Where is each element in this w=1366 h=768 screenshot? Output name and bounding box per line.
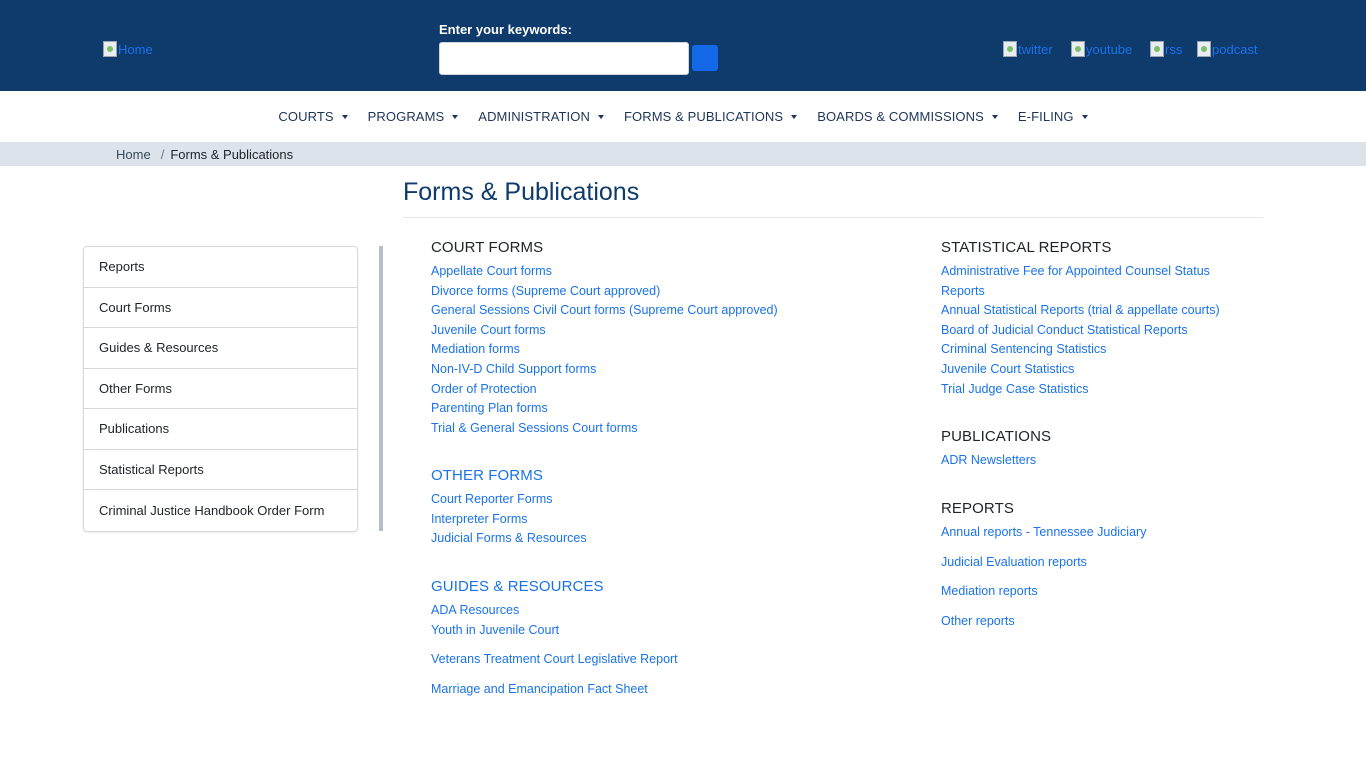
publications-section: PUBLICATIONS ADR Newsletters xyxy=(941,428,1241,471)
guides-resources-heading[interactable]: GUIDES & RESOURCES xyxy=(431,578,871,595)
podcast-icon xyxy=(1197,41,1211,57)
nav-courts[interactable]: COURTS xyxy=(268,109,357,124)
link-other-reports[interactable]: Other reports xyxy=(941,612,1241,632)
sidebar-item-other-forms[interactable]: Other Forms xyxy=(84,369,357,409)
search-input[interactable] xyxy=(439,42,689,75)
sidebar-item-criminal-justice-handbook[interactable]: Criminal Justice Handbook Order Form xyxy=(84,490,357,531)
podcast-link[interactable]: podcast xyxy=(1197,41,1258,57)
sidebar-item-statistical-reports[interactable]: Statistical Reports xyxy=(84,450,357,490)
nav-forms-publications-label: FORMS & PUBLICATIONS xyxy=(623,109,784,124)
title-divider xyxy=(403,217,1263,218)
nav-boards-commissions[interactable]: BOARDS & COMMISSIONS xyxy=(807,109,1008,124)
nav-administration-label: ADMINISTRATION xyxy=(478,109,590,124)
link-court-reporter-forms[interactable]: Court Reporter Forms xyxy=(431,490,871,510)
link-mediation-reports[interactable]: Mediation reports xyxy=(941,582,1241,602)
twitter-alt: twitter xyxy=(1018,41,1053,57)
link-non-iv-d-child-support-forms[interactable]: Non-IV-D Child Support forms xyxy=(431,360,871,380)
site-header: Home Enter your keywords: twitter youtub… xyxy=(0,0,1366,91)
podcast-alt: podcast xyxy=(1212,41,1258,57)
sidebar-item-court-forms[interactable]: Court Forms xyxy=(84,288,357,328)
link-administrative-fee-reports[interactable]: Administrative Fee for Appointed Counsel… xyxy=(941,262,1241,301)
court-forms-section: COURT FORMS Appellate Court forms Divorc… xyxy=(431,239,871,438)
link-juvenile-court-statistics[interactable]: Juvenile Court Statistics xyxy=(941,360,1241,380)
link-interpreter-forms[interactable]: Interpreter Forms xyxy=(431,510,871,530)
sidebar-item-guides-resources[interactable]: Guides & Resources xyxy=(84,328,357,369)
nav-programs-label: PROGRAMS xyxy=(367,109,445,124)
nav-programs[interactable]: PROGRAMS xyxy=(358,109,469,124)
caret-down-icon xyxy=(791,114,798,119)
breadcrumb-current: Forms & Publications xyxy=(170,146,294,162)
link-general-sessions-civil-forms[interactable]: General Sessions Civil Court forms (Supr… xyxy=(431,301,871,321)
caret-down-icon xyxy=(452,114,459,119)
guides-resources-section: GUIDES & RESOURCES ADA Resources Youth i… xyxy=(431,578,871,699)
search-button[interactable] xyxy=(692,45,718,71)
youtube-link[interactable]: youtube xyxy=(1071,41,1132,57)
reports-heading: REPORTS xyxy=(941,500,1014,517)
nav-e-filing-label: E-FILING xyxy=(1017,109,1074,124)
link-youth-in-juvenile-court[interactable]: Youth in Juvenile Court xyxy=(431,621,871,641)
home-logo-link[interactable]: Home xyxy=(103,41,153,57)
statistical-reports-section: STATISTICAL REPORTS Administrative Fee f… xyxy=(941,239,1241,399)
caret-down-icon xyxy=(1081,114,1088,119)
nav-e-filing[interactable]: E-FILING xyxy=(1008,109,1098,124)
search-label: Enter your keywords: xyxy=(439,22,572,37)
sidebar-item-publications[interactable]: Publications xyxy=(84,409,357,450)
other-forms-section: OTHER FORMS Court Reporter Forms Interpr… xyxy=(431,467,871,549)
link-appellate-court-forms[interactable]: Appellate Court forms xyxy=(431,262,871,282)
link-judicial-evaluation-reports[interactable]: Judicial Evaluation reports xyxy=(941,553,1241,573)
main-nav: COURTS PROGRAMS ADMINISTRATION FORMS & P… xyxy=(0,91,1366,142)
home-logo-alt: Home xyxy=(118,41,153,57)
link-divorce-forms[interactable]: Divorce forms (Supreme Court approved) xyxy=(431,282,871,302)
nav-administration[interactable]: ADMINISTRATION xyxy=(468,109,614,124)
breadcrumb: Home / Forms & Publications xyxy=(0,142,1366,166)
link-marriage-emancipation-fact-sheet[interactable]: Marriage and Emancipation Fact Sheet xyxy=(431,680,871,700)
rss-alt: rss xyxy=(1165,41,1183,57)
nav-boards-commissions-label: BOARDS & COMMISSIONS xyxy=(817,109,984,124)
link-veterans-treatment-court-report[interactable]: Veterans Treatment Court Legislative Rep… xyxy=(431,650,871,670)
link-order-of-protection[interactable]: Order of Protection xyxy=(431,380,871,400)
nav-forms-publications[interactable]: FORMS & PUBLICATIONS xyxy=(614,109,807,124)
link-annual-statistical-reports[interactable]: Annual Statistical Reports (trial & appe… xyxy=(941,301,1241,321)
other-forms-heading[interactable]: OTHER FORMS xyxy=(431,467,871,484)
rss-icon xyxy=(1150,41,1164,57)
link-annual-reports-tn-judiciary[interactable]: Annual reports - Tennessee Judiciary xyxy=(941,523,1241,543)
link-juvenile-court-forms[interactable]: Juvenile Court forms xyxy=(431,321,871,341)
publications-heading: PUBLICATIONS xyxy=(941,428,1052,445)
sidebar-divider xyxy=(379,246,383,531)
link-criminal-sentencing-statistics[interactable]: Criminal Sentencing Statistics xyxy=(941,340,1241,360)
sidebar-menu: Reports Court Forms Guides & Resources O… xyxy=(83,246,358,532)
statistical-reports-heading: STATISTICAL REPORTS xyxy=(941,239,1112,256)
caret-down-icon xyxy=(991,114,998,119)
rss-link[interactable]: rss xyxy=(1150,41,1182,57)
reports-section: REPORTS Annual reports - Tennessee Judic… xyxy=(941,500,1241,631)
link-board-judicial-conduct-reports[interactable]: Board of Judicial Conduct Statistical Re… xyxy=(941,321,1241,341)
court-forms-heading: COURT FORMS xyxy=(431,239,544,256)
youtube-icon xyxy=(1071,41,1085,57)
twitter-link[interactable]: twitter xyxy=(1003,41,1053,57)
link-parenting-plan-forms[interactable]: Parenting Plan forms xyxy=(431,399,871,419)
link-mediation-forms[interactable]: Mediation forms xyxy=(431,340,871,360)
youtube-alt: youtube xyxy=(1086,41,1133,57)
link-adr-newsletters[interactable]: ADR Newsletters xyxy=(941,451,1241,471)
link-trial-general-sessions-forms[interactable]: Trial & General Sessions Court forms xyxy=(431,419,871,439)
page-title: Forms & Publications xyxy=(403,178,640,206)
broken-image-icon xyxy=(103,41,117,57)
link-trial-judge-case-statistics[interactable]: Trial Judge Case Statistics xyxy=(941,380,1241,400)
breadcrumb-separator: / xyxy=(160,146,165,162)
sidebar-item-reports[interactable]: Reports xyxy=(84,247,357,288)
caret-down-icon xyxy=(341,114,348,119)
nav-courts-label: COURTS xyxy=(278,109,334,124)
twitter-icon xyxy=(1003,41,1017,57)
link-judicial-forms-resources[interactable]: Judicial Forms & Resources xyxy=(431,529,871,549)
breadcrumb-home[interactable]: Home xyxy=(116,147,151,162)
link-ada-resources[interactable]: ADA Resources xyxy=(431,601,871,621)
caret-down-icon xyxy=(597,114,604,119)
